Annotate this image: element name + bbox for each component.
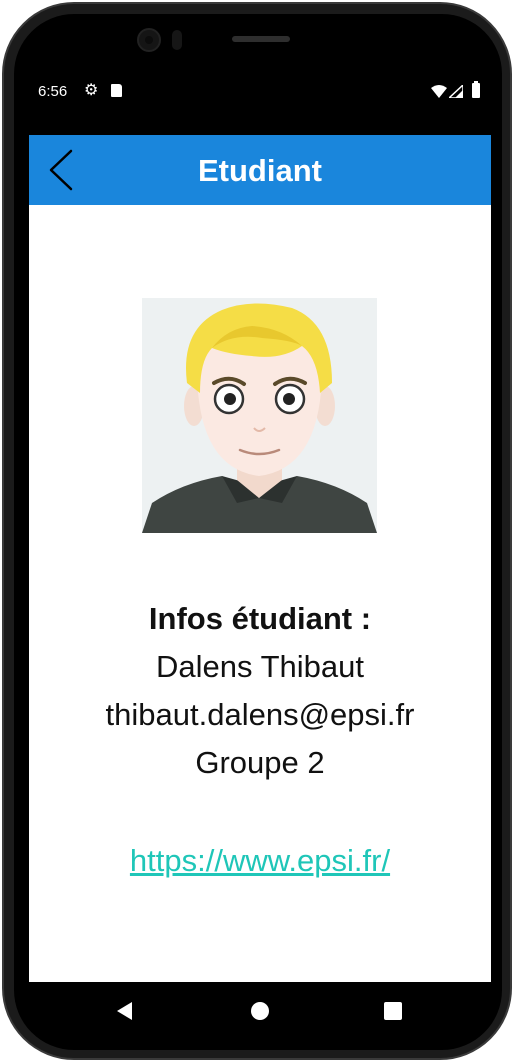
student-info: Infos étudiant : Dalens Thibaut thibaut.… <box>29 595 491 787</box>
status-bar: 6:56 ⚙ <box>29 74 491 110</box>
recents-square-icon[interactable] <box>384 1002 402 1020</box>
earpiece-speaker <box>232 36 290 42</box>
back-button[interactable] <box>43 149 83 191</box>
chevron-left-icon <box>49 149 73 191</box>
info-heading: Infos étudiant : <box>148 601 372 636</box>
phone-frame: 6:56 ⚙ Etudiant Infos étudiant: Dalens … <box>0 0 516 1064</box>
student-avatar <box>142 298 377 533</box>
app-bar: Etudiant <box>29 135 491 205</box>
student-name: Dalens Thibaut <box>156 649 364 684</box>
signal-icon <box>449 85 463 98</box>
home-circle-icon[interactable] <box>251 1002 269 1020</box>
app-screen: Etudiant Infos étudiant: Dalens Thibaut… <box>29 135 491 982</box>
page-title: Etudiant <box>198 153 322 188</box>
front-camera <box>137 28 161 52</box>
back-triangle-icon[interactable] <box>117 1002 132 1020</box>
wifi-icon <box>431 85 447 98</box>
website-link[interactable]: https://www.epsi.fr/ <box>29 843 491 879</box>
battery-icon <box>472 81 480 98</box>
status-time: 6:56 <box>38 83 68 100</box>
proximity-sensor <box>172 30 182 50</box>
navigation-bar <box>29 982 491 1040</box>
gear-icon: ⚙ <box>84 82 99 99</box>
student-group: Groupe 2 <box>195 745 325 780</box>
avatar-illustration <box>142 298 377 533</box>
sd-card-icon <box>111 84 122 97</box>
student-email: thibaut.dalens@epsi.fr <box>105 697 415 732</box>
